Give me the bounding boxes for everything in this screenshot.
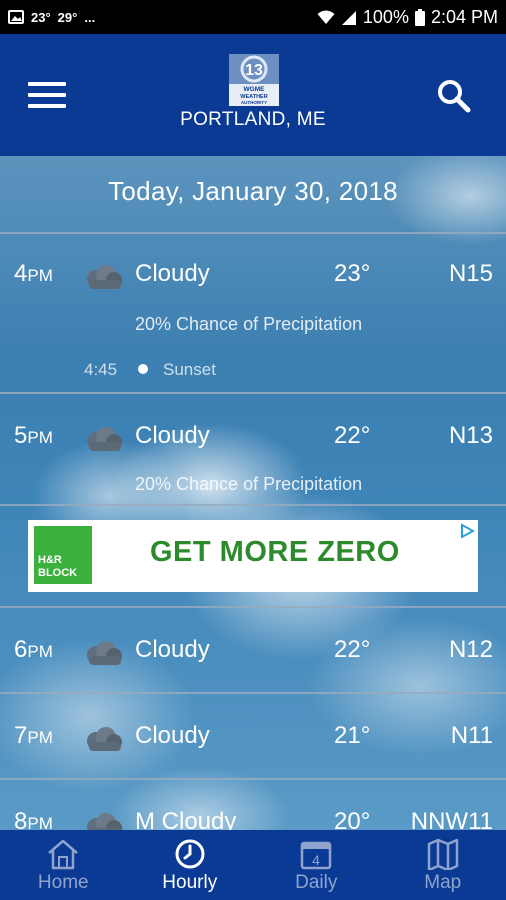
hour-time: 4PM	[14, 260, 53, 287]
hour-temp: 22°	[334, 636, 371, 663]
status-temp-high: 29°	[57, 9, 78, 25]
status-temp-low: 23°	[31, 9, 51, 25]
hour-temp: 21°	[334, 722, 371, 749]
hourly-forecast-panel[interactable]: Today, January 30, 2018 4PM Cloudy 23° N…	[0, 156, 506, 830]
hour-time: 5PM	[14, 422, 53, 449]
wifi-icon	[317, 10, 335, 24]
gallery-notification-icon	[8, 10, 24, 24]
status-right: 100% 2:04 PM	[317, 7, 498, 28]
status-time: 2:04 PM	[430, 6, 498, 27]
clock-icon	[175, 839, 205, 869]
date-title: Today, January 30, 2018	[108, 176, 398, 206]
hour-wind: N12	[448, 636, 493, 663]
nav-hourly[interactable]: Hourly	[127, 830, 254, 900]
cloud-icon	[87, 727, 122, 751]
location-label[interactable]: PORTLAND, ME	[0, 109, 506, 131]
svg-text:13: 13	[245, 62, 263, 79]
hour-temp: 23°	[334, 260, 371, 287]
ad-headline: GET MORE ZERO	[150, 536, 400, 568]
hour-condition: M Cloudy	[135, 808, 237, 830]
app-header: 13 WGME WEATHER AUTHORITY PORTLAND, ME	[0, 34, 506, 156]
calendar-icon: 4	[301, 841, 332, 870]
ad-choices-icon[interactable]	[459, 523, 475, 539]
sunset-time: 4:45	[84, 360, 118, 379]
divider	[0, 392, 506, 394]
hour-condition: Cloudy	[135, 722, 210, 749]
hour-temp: 20°	[334, 808, 371, 830]
status-bar: 23° 29° ... 100% 2:04 PM	[0, 0, 506, 34]
svg-text:4: 4	[312, 852, 320, 868]
hour-condition: Cloudy	[135, 260, 210, 287]
cloud-icon	[87, 265, 122, 289]
nav-home-label: Home	[37, 872, 89, 893]
menu-button[interactable]	[28, 82, 66, 110]
battery-percent: 100%	[362, 6, 409, 27]
wgme-logo-icon: 13 WGME WEATHER AUTHORITY	[229, 54, 279, 106]
battery-icon	[414, 8, 425, 26]
cloud-icon	[87, 641, 122, 665]
map-icon	[427, 838, 458, 870]
hour-wind: N13	[448, 422, 493, 449]
hour-time: 6PM	[14, 636, 53, 663]
signal-icon	[341, 10, 356, 25]
hour-time: 7PM	[14, 722, 53, 749]
nav-daily-label: Daily	[295, 872, 338, 893]
hour-wind: NNW11	[410, 808, 493, 830]
hour-precip: 20% Chance of Precipitation	[135, 474, 363, 494]
nav-map[interactable]: Map	[380, 830, 506, 900]
ad-brand-logo: H&R BLOCK	[34, 526, 92, 584]
hour-temp: 22°	[334, 422, 371, 449]
ad-banner[interactable]: H&R BLOCK GET MORE ZERO	[28, 520, 478, 592]
hamburger-icon-bar	[28, 93, 66, 97]
hour-precip: 20% Chance of Precipitation	[135, 314, 363, 334]
status-more: ...	[84, 9, 96, 25]
sunset-label: Sunset	[163, 360, 216, 379]
cloud-icon	[87, 813, 122, 830]
hour-condition: Cloudy	[135, 422, 210, 449]
svg-text:WGME: WGME	[244, 86, 266, 93]
hour-condition: Cloudy	[135, 636, 210, 663]
cloud-icon	[87, 427, 122, 451]
search-icon[interactable]	[436, 78, 472, 114]
hour-time: 8PM	[14, 808, 53, 830]
divider	[0, 606, 506, 608]
sunset-icon	[138, 364, 148, 374]
nav-hourly-label: Hourly	[162, 872, 218, 893]
divider	[0, 778, 506, 780]
bottom-nav: Home Hourly 4 Daily Map	[0, 830, 506, 900]
divider	[0, 232, 506, 234]
hour-wind: N11	[450, 722, 493, 749]
hamburger-icon-bar	[28, 104, 66, 108]
nav-daily[interactable]: 4 Daily	[253, 830, 380, 900]
nav-home[interactable]: Home	[0, 830, 127, 900]
divider	[0, 504, 506, 506]
svg-text:AUTHORITY: AUTHORITY	[241, 100, 267, 105]
hour-wind: N15	[448, 260, 493, 287]
nav-map-label: Map	[424, 872, 462, 893]
divider	[0, 692, 506, 694]
hamburger-icon-bar	[28, 82, 66, 86]
status-left: 23° 29° ...	[8, 10, 95, 25]
home-icon	[48, 839, 79, 870]
